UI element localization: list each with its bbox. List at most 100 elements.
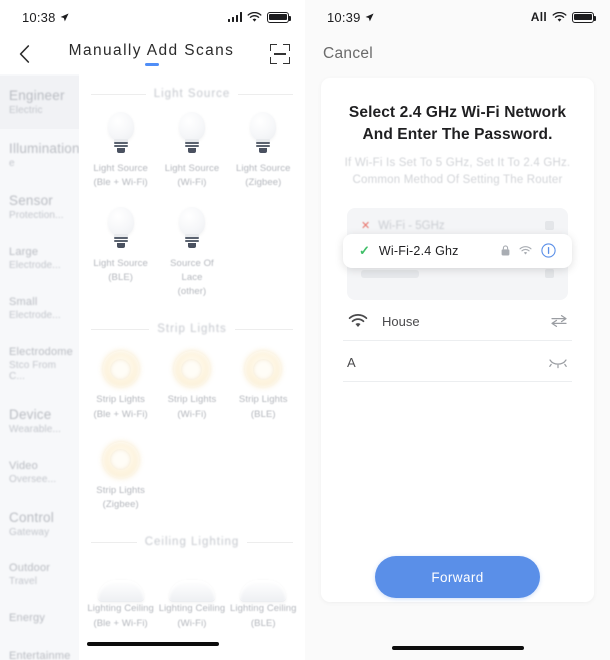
status-icons-left <box>227 11 291 23</box>
title-underline <box>144 63 159 66</box>
divider <box>91 328 150 330</box>
back-button[interactable] <box>14 44 34 64</box>
device-tile-variant: (Ble + Wi-Fi) <box>93 617 148 629</box>
password-value[interactable]: A <box>347 355 535 370</box>
sidebar-item-11[interactable]: Entertainment <box>0 638 79 660</box>
forward-button-wrap: Forward <box>305 556 610 598</box>
check-icon: ✓ <box>359 242 370 258</box>
device-tile[interactable]: Lighting Ceiling (BLE) <box>228 554 299 641</box>
sidebar-item-5[interactable]: Electrodome Stco From C... <box>0 334 79 396</box>
device-tile[interactable]: Strip Lights (Zigbee) <box>85 432 156 523</box>
device-tile[interactable]: Light Source (Zigbee) <box>228 106 299 201</box>
reject-cross-icon: ✕ <box>361 220 371 232</box>
category-sidebar[interactable]: Engineer Electric Illumination e Sensor Prote… <box>0 74 79 660</box>
wifi-row-selected[interactable]: ✓ Wi-Fi-2.4 Ghz <box>343 233 572 268</box>
device-tile[interactable]: Light Source (BLE) <box>85 201 156 310</box>
sidebar-item-0[interactable]: Engineer Electric <box>0 76 79 129</box>
wifi-setup-card: Select 2.4 GHz Wi-Fi Network And Enter T… <box>321 78 594 602</box>
battery-full-icon <box>267 11 291 23</box>
ceiling-lamp-icon <box>95 645 147 660</box>
sidebar-item-sublabel: Electrode... <box>9 309 61 321</box>
device-tile-variant: (Zigbee) <box>245 177 282 189</box>
wifi-icon <box>519 245 532 256</box>
device-tile-name: Light Source <box>236 163 291 174</box>
sidebar-item-8[interactable]: Control Gateway <box>0 498 79 551</box>
device-tile-name: Strip Lights <box>96 484 146 496</box>
chevron-right-icon <box>545 221 554 230</box>
dual-phone-screenshot: 10:38 Manually Add Scans Engineer Electr… <box>0 0 610 660</box>
password-field[interactable]: A <box>343 341 572 382</box>
section-header: Strip Lights <box>91 323 293 335</box>
page-title-text: Manually Add Scans <box>68 42 235 60</box>
wifi-network-list[interactable]: ✕ Wi-Fi - 5GHz ✓ Wi-Fi-2.4 Ghz <box>343 207 572 300</box>
sidebar-item-4[interactable]: Small Electrode... <box>0 284 79 334</box>
eye-off-icon[interactable] <box>548 355 568 369</box>
ssid-field[interactable]: House <box>343 300 572 341</box>
device-tile-variant: (Ble + Wi-Fi) <box>93 408 148 420</box>
sidebar-item-sublabel: Wearable... <box>9 424 62 436</box>
bulb-icon <box>240 110 286 162</box>
bulb-icon <box>98 205 144 257</box>
status-time-left-text: 10:38 <box>22 9 56 25</box>
sidebar-item-3[interactable]: Large Electrode... <box>0 234 79 284</box>
device-tile[interactable]: Light Source (Ble + Wi-Fi) <box>85 106 156 201</box>
ssid-value[interactable]: House <box>382 314 537 329</box>
location-arrow-icon <box>365 13 374 21</box>
cellular-bars-icon <box>227 12 242 22</box>
wifi-row-selected-name: Wi-Fi-2.4 Ghz <box>378 243 459 258</box>
qr-scan-icon[interactable] <box>269 43 291 65</box>
sidebar-item-7[interactable]: Video Oversee... <box>0 448 79 498</box>
sidebar-item-label: Illumination <box>9 140 79 156</box>
sidebar-item-label: Entertainme <box>9 650 71 660</box>
ceiling-lamp-icon <box>166 558 218 603</box>
sidebar-item-1[interactable]: Illumination e <box>0 129 79 182</box>
left-phone-panel: 10:38 Manually Add Scans Engineer Electr… <box>0 0 305 660</box>
device-tile-name: Light Source <box>164 163 220 174</box>
strip-light-icon <box>98 436 144 484</box>
info-circle-icon[interactable] <box>541 243 556 258</box>
device-tile-variant: (Ble + Wi-Fi) <box>93 177 148 189</box>
divider <box>91 541 137 543</box>
sidebar-item-2[interactable]: Sensor Protection... <box>0 181 79 234</box>
device-tile-name: Light Source <box>93 163 148 174</box>
chevron-left-icon <box>19 45 29 63</box>
section-title: Ceiling Lighting <box>144 536 240 549</box>
sidebar-item-label: Sensor <box>9 193 53 209</box>
wifi-icon <box>552 11 567 22</box>
divider <box>234 328 293 330</box>
cancel-button[interactable]: Cancel <box>323 45 373 63</box>
forward-button[interactable]: Forward <box>375 556 540 598</box>
device-tile[interactable]: Strip Lights (BLE) <box>228 341 299 432</box>
device-tile-name: Strip Lights <box>167 394 217 406</box>
wifi-icon <box>247 11 262 22</box>
device-catalog[interactable]: Light Source Light Source (Ble + Wi-Fi) Lig… <box>79 74 305 660</box>
bulb-icon <box>169 110 215 162</box>
wifi-icon <box>347 313 369 329</box>
status-time-right-text: 10:39 <box>327 9 361 25</box>
status-time-right: 10:39 <box>327 10 374 25</box>
device-tile-variant: (BLE) <box>250 617 276 629</box>
switch-network-icon[interactable] <box>550 314 568 328</box>
sidebar-item-9[interactable]: Outdoor Travel <box>0 550 79 600</box>
device-tile[interactable]: Lighting Ceiling (Wi-Fi) <box>156 554 227 641</box>
device-tile[interactable]: Strip Lights (Wi-Fi) <box>156 341 227 432</box>
device-tile-variant: (other) <box>177 286 207 297</box>
divider <box>91 93 146 95</box>
sidebar-item-label: Large <box>9 246 39 259</box>
sidebar-item-label: Energy <box>9 612 46 625</box>
sidebar-item-6[interactable]: Device Wearable... <box>0 395 79 448</box>
device-tile[interactable]: Strip Lights (Ble + Wi-Fi) <box>85 341 156 432</box>
bulb-icon <box>98 110 144 162</box>
device-tile[interactable]: Lighting Ceiling (Ble + Wi-Fi) <box>85 554 156 641</box>
right-phone-panel: 10:39 All Cancel Select 2.4 GHz Wi-Fi Ne… <box>305 0 610 660</box>
section-header: Ceiling Lighting <box>91 536 294 549</box>
bulb-icon <box>169 205 215 257</box>
ceiling-lamp-icon <box>237 558 289 603</box>
device-tile[interactable]: Source Of Lace (other) <box>156 201 227 310</box>
device-tile-variant: (Wi-Fi) <box>177 408 207 420</box>
home-indicator-left <box>86 642 219 646</box>
navigation-bar: Manually Add Scans <box>0 34 305 74</box>
device-tile[interactable]: Light Source (Wi-Fi) <box>156 106 227 201</box>
sidebar-item-10[interactable]: Energy <box>0 600 79 638</box>
sidebar-item-sublabel: Travel <box>9 576 38 588</box>
